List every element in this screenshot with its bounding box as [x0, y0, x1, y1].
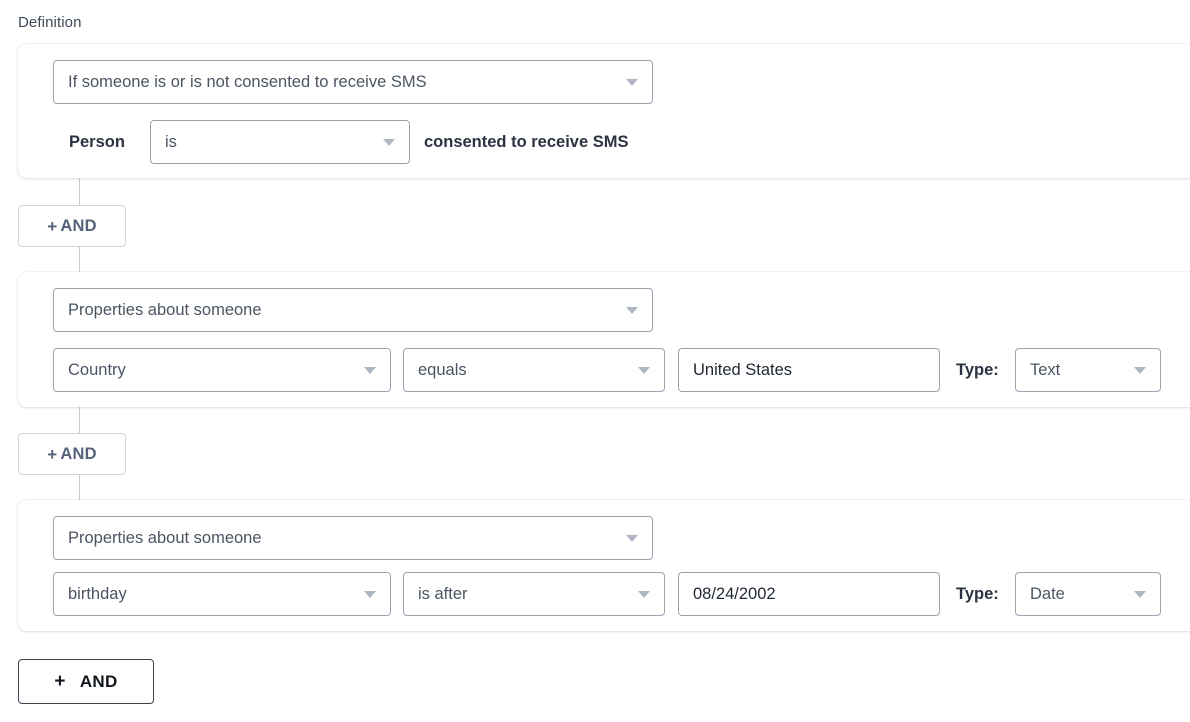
connector-line-4 — [79, 475, 80, 500]
chevron-down-icon — [1134, 591, 1146, 598]
value-input-3-value: 08/24/2002 — [693, 584, 776, 603]
operator-select-1[interactable]: is — [150, 120, 410, 164]
plus-icon: + — [47, 444, 58, 464]
type-select-3[interactable]: Date — [1015, 572, 1161, 616]
trigger-select-1-value: If someone is or is not consented to rec… — [68, 72, 427, 91]
add-and-button-2-label: AND — [60, 444, 97, 463]
chevron-down-icon — [638, 367, 650, 374]
chevron-down-icon — [383, 139, 395, 146]
operator-select-2-value: equals — [418, 360, 467, 379]
trigger-select-2-value: Properties about someone — [68, 300, 262, 319]
plus-icon: + — [54, 671, 66, 692]
trigger-select-2[interactable]: Properties about someone — [53, 288, 653, 332]
chevron-down-icon — [626, 535, 638, 542]
plus-icon: + — [47, 216, 58, 236]
type-select-2-value: Text — [1030, 360, 1061, 379]
add-and-button-bottom-label: AND — [79, 671, 118, 691]
add-and-button-2[interactable]: + AND — [18, 433, 126, 475]
add-and-button-1-label: AND — [60, 216, 97, 235]
connector-line-1 — [79, 178, 80, 207]
chevron-down-icon — [638, 591, 650, 598]
value-input-3[interactable]: 08/24/2002 — [678, 572, 940, 616]
chevron-down-icon — [364, 591, 376, 598]
trigger-select-3[interactable]: Properties about someone — [53, 516, 653, 560]
value-input-2-value: United States — [693, 360, 793, 379]
definition-builder: Definition If someone is or is not conse… — [0, 0, 1190, 722]
operator-select-2[interactable]: equals — [403, 348, 665, 392]
operator-select-1-value: is — [165, 132, 177, 151]
page-title: Definition — [18, 14, 82, 31]
operator-select-3-value: is after — [418, 584, 468, 603]
connector-line-3 — [79, 407, 80, 435]
chevron-down-icon — [626, 79, 638, 86]
connector-line-2 — [79, 247, 80, 272]
type-select-3-value: Date — [1030, 584, 1065, 603]
value-input-2[interactable]: United States — [678, 348, 940, 392]
person-label: Person — [69, 133, 125, 151]
chevron-down-icon — [1134, 367, 1146, 374]
condition-card-3: Properties about someone birthday is aft… — [18, 500, 1190, 631]
type-select-2[interactable]: Text — [1015, 348, 1161, 392]
trigger-select-3-value: Properties about someone — [68, 528, 262, 547]
type-label-3: Type: — [956, 585, 999, 603]
property-select-2[interactable]: Country — [53, 348, 391, 392]
chevron-down-icon — [626, 307, 638, 314]
consent-suffix-label: consented to receive SMS — [424, 133, 629, 151]
chevron-down-icon — [364, 367, 376, 374]
operator-select-3[interactable]: is after — [403, 572, 665, 616]
property-select-2-value: Country — [68, 360, 126, 379]
condition-card-1: If someone is or is not consented to rec… — [18, 44, 1190, 178]
add-and-button-bottom[interactable]: + AND — [18, 659, 154, 704]
property-select-3-value: birthday — [68, 584, 127, 603]
condition-card-2: Properties about someone Country equals … — [18, 272, 1190, 407]
type-label-2: Type: — [956, 361, 999, 379]
add-and-button-1[interactable]: + AND — [18, 205, 126, 247]
property-select-3[interactable]: birthday — [53, 572, 391, 616]
trigger-select-1[interactable]: If someone is or is not consented to rec… — [53, 60, 653, 104]
